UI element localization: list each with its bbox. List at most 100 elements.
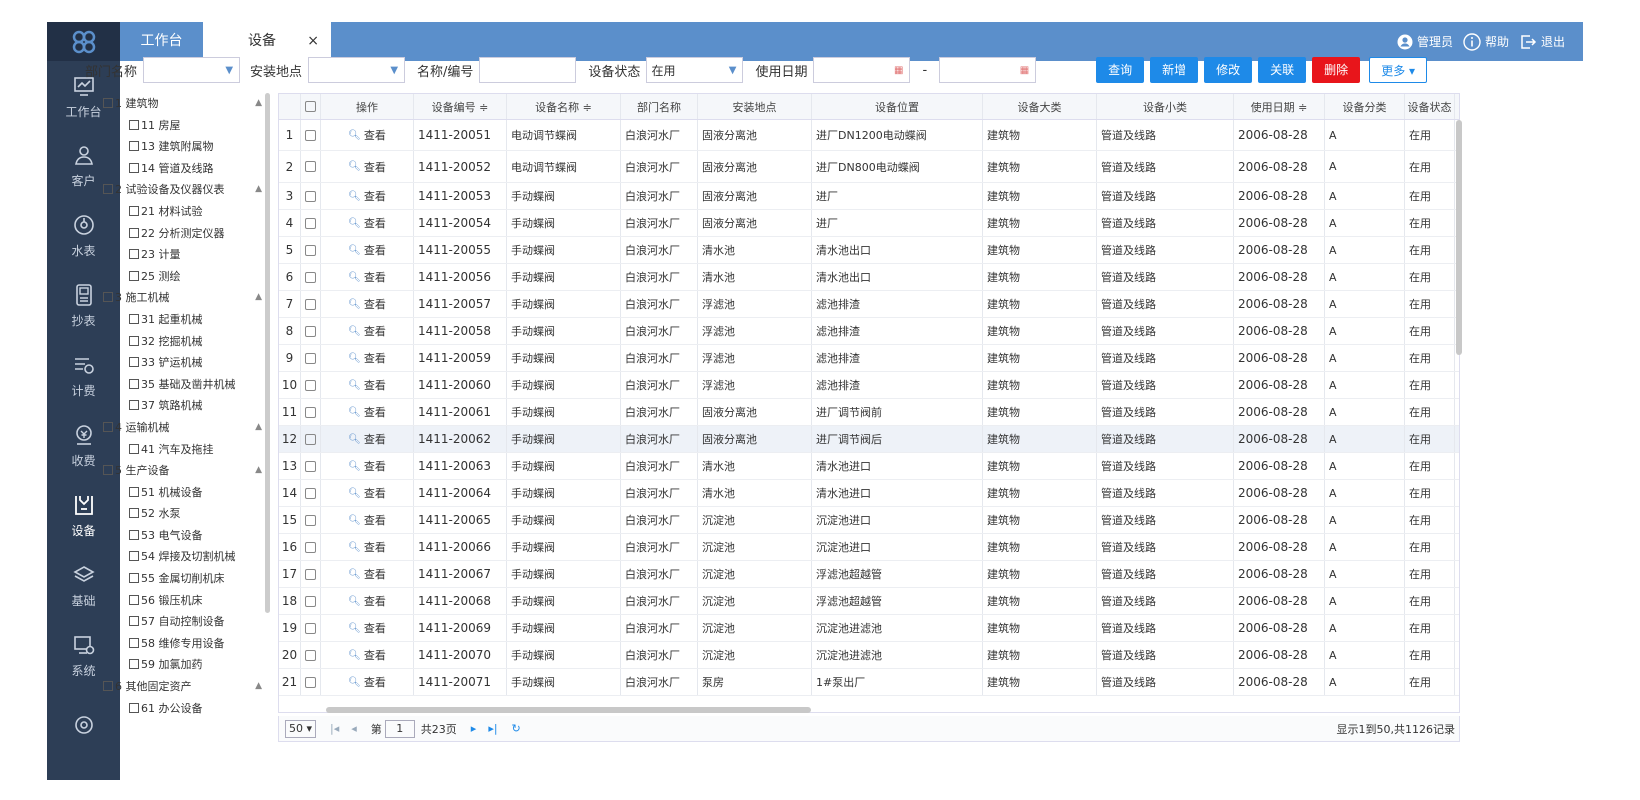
tree-checkbox[interactable] — [103, 465, 113, 476]
tree-checkbox[interactable] — [129, 141, 139, 152]
tree-checkbox[interactable] — [129, 335, 139, 346]
row-checkbox[interactable] — [305, 487, 316, 499]
table-row[interactable]: 14 🔍︎ 查看 1411-20064 手动蝶阀 白浪河水厂 清水池 清水池进口 建筑物 管道及线… — [279, 480, 1459, 507]
tree-node[interactable]: 41 汽车及拖挂 — [99, 439, 272, 461]
column-header[interactable]: 设备编号 ≑ — [414, 94, 507, 119]
table-row[interactable]: 12 🔍︎ 查看 1411-20062 手动蝶阀 白浪河水厂 固液分离池 进厂调节阀后 建筑物管… — [279, 426, 1459, 453]
row-checkbox[interactable] — [305, 460, 316, 472]
edit-button[interactable]: 修改 — [1204, 57, 1253, 83]
tree-checkbox[interactable] — [129, 616, 139, 627]
table-row[interactable]: 18 🔍︎ 查看 1411-20068 手动蝶阀 白浪河水厂 沉淀池 浮滤池超越管 建筑物 管道及… — [279, 588, 1459, 615]
column-header[interactable]: 使用日期 ≑ — [1234, 94, 1325, 119]
view-link[interactable]: 🔍︎ 查看 — [321, 426, 414, 452]
tree-checkbox[interactable] — [129, 400, 139, 411]
table-row[interactable]: 17 🔍︎ 查看 1411-20067 手动蝶阀 白浪河水厂 沉淀池 浮滤池超越管 建筑物 管道及… — [279, 561, 1459, 588]
view-link[interactable]: 🔍︎ 查看 — [321, 399, 414, 425]
table-row[interactable]: 20 🔍︎ 查看 1411-20070 手动蝶阀 白浪河水厂 沉淀池 沉淀池进滤池 建筑物 管道及… — [279, 642, 1459, 669]
table-row[interactable]: 16 🔍︎ 查看 1411-20066 手动蝶阀 白浪河水厂 沉淀池 沉淀池进口 建筑物 管道及线… — [279, 534, 1459, 561]
table-row[interactable]: 4 🔍︎ 查看 1411-20054 手动蝶阀 白浪河水厂 固液分离池 进厂 建筑物 管道及线路 2… — [279, 210, 1459, 237]
table-row[interactable]: 11 🔍︎ 查看 1411-20061 手动蝶阀 白浪河水厂 固液分离池 进厂调节阀前 建筑物管… — [279, 399, 1459, 426]
view-link[interactable]: 🔍︎ 查看 — [321, 264, 414, 290]
row-checkbox[interactable] — [305, 325, 316, 337]
collapse-icon[interactable]: ▲ — [255, 676, 262, 698]
view-link[interactable]: 🔍︎ 查看 — [321, 480, 414, 506]
tree-checkbox[interactable] — [129, 702, 139, 713]
row-checkbox[interactable] — [305, 676, 316, 688]
tree-node[interactable]: 57 自动控制设备 — [99, 611, 272, 633]
row-checkbox[interactable] — [305, 514, 316, 526]
row-checkbox[interactable] — [305, 161, 316, 172]
tree-checkbox[interactable] — [129, 594, 139, 605]
tree-checkbox[interactable] — [129, 119, 139, 130]
view-link[interactable]: 🔍︎ 查看 — [321, 318, 414, 344]
view-link[interactable]: 🔍︎ 查看 — [321, 210, 414, 236]
help-link[interactable]: 帮助 — [1463, 32, 1509, 51]
table-row[interactable]: 1 🔍︎ 查看 1411-20051 电动调节蝶阀 白浪河水厂 固液分离池 进厂DN1200电… — [279, 120, 1459, 151]
status-select[interactable]: 在用 ▼ — [646, 57, 744, 83]
column-header[interactable]: 操作 — [321, 94, 414, 119]
table-row[interactable]: 13 🔍︎ 查看 1411-20063 手动蝶阀 白浪河水厂 清水池 清水池进口 建筑物 管道及线… — [279, 453, 1459, 480]
row-checkbox[interactable] — [305, 298, 316, 310]
tree-node[interactable]: 21 材料试验 — [99, 201, 272, 223]
collapse-icon[interactable]: ▲ — [255, 287, 262, 309]
view-link[interactable]: 🔍︎ 查看 — [321, 669, 414, 695]
date-start-input[interactable]: ▦ — [813, 57, 911, 83]
column-header[interactable]: 设备位置 — [812, 94, 983, 119]
tree-node[interactable]: 11 房屋 — [99, 115, 272, 137]
row-checkbox[interactable] — [305, 379, 316, 391]
dept-select[interactable]: ▼ — [143, 57, 241, 83]
table-row[interactable]: 6 🔍︎ 查看 1411-20056 手动蝶阀 白浪河水厂 清水池 清水池出口 建筑物 管道及线路… — [279, 264, 1459, 291]
tree-checkbox[interactable] — [129, 270, 139, 281]
tree-checkbox[interactable] — [129, 205, 139, 216]
tree-checkbox[interactable] — [129, 378, 139, 389]
row-checkbox[interactable] — [305, 541, 316, 553]
column-header[interactable]: 部门名称 — [621, 94, 698, 119]
tree-checkbox[interactable] — [103, 98, 113, 108]
view-link[interactable]: 🔍︎ 查看 — [321, 534, 414, 560]
tree-node[interactable]: 51 机械设备 — [99, 482, 272, 504]
tree-checkbox[interactable] — [129, 637, 139, 648]
table-row[interactable]: 9 🔍︎ 查看 1411-20059 手动蝶阀 白浪河水厂 浮滤池 滤池排渣 建筑物 管道及线路 2… — [279, 345, 1459, 372]
row-checkbox[interactable] — [305, 568, 316, 580]
query-button[interactable]: 查询 — [1096, 57, 1145, 83]
tree-checkbox[interactable] — [129, 357, 139, 368]
more-button[interactable]: 更多 ▾ — [1369, 57, 1428, 83]
tree-node[interactable]: 32 挖掘机械 — [99, 331, 272, 353]
view-link[interactable]: 🔍︎ 查看 — [321, 588, 414, 614]
view-link[interactable]: 🔍︎ 查看 — [321, 642, 414, 668]
tree-checkbox[interactable] — [129, 162, 139, 173]
table-row[interactable]: 5 🔍︎ 查看 1411-20055 手动蝶阀 白浪河水厂 清水池 清水池出口 建筑物 管道及线路… — [279, 237, 1459, 264]
tree-node[interactable]: 53 电气设备 — [99, 525, 272, 547]
table-row[interactable]: 2 🔍︎ 查看 1411-20052 电动调节蝶阀 白浪河水厂 固液分离池 进厂DN800电动… — [279, 151, 1459, 183]
tree-checkbox[interactable] — [129, 508, 139, 519]
tree-checkbox[interactable] — [129, 227, 139, 238]
collapse-icon[interactable]: ▲ — [255, 460, 262, 482]
tree-checkbox[interactable] — [129, 659, 139, 670]
name-input[interactable] — [479, 57, 577, 83]
tree-node[interactable]: 14 管道及线路 — [99, 158, 272, 180]
tree-node[interactable]: 52 水泵 — [99, 503, 272, 525]
table-vertical-scrollbar[interactable] — [1456, 120, 1462, 355]
tree-node[interactable]: 58 维修专用设备 — [99, 633, 272, 655]
tree-node[interactable]: 6 其他固定资产 ▲ — [99, 676, 272, 698]
tree-checkbox[interactable] — [129, 486, 139, 497]
row-checkbox[interactable] — [305, 649, 316, 661]
tree-node[interactable]: 59 加氯加药 — [99, 654, 272, 676]
column-header[interactable]: 设备名称 ≑ — [507, 94, 621, 119]
view-link[interactable]: 🔍︎ 查看 — [321, 372, 414, 398]
column-header[interactable]: 设备小类 — [1097, 94, 1234, 119]
view-link[interactable]: 🔍︎ 查看 — [321, 183, 414, 209]
view-link[interactable]: 🔍︎ 查看 — [321, 291, 414, 317]
column-header[interactable]: 设备大类 — [983, 94, 1097, 119]
row-checkbox[interactable] — [305, 406, 316, 418]
logout-link[interactable]: 退出 — [1519, 33, 1565, 51]
loc-select[interactable]: ▼ — [308, 57, 406, 83]
table-row[interactable]: 10 🔍︎ 查看 1411-20060 手动蝶阀 白浪河水厂 浮滤池 滤池排渣 建筑物 管道及线路… — [279, 372, 1459, 399]
add-button[interactable]: 新增 — [1150, 57, 1199, 83]
tree-node[interactable]: 2 试验设备及仪器仪表 ▲ — [99, 179, 272, 201]
row-checkbox[interactable] — [305, 595, 316, 607]
tree-node[interactable]: 55 金属切削机床 — [99, 568, 272, 590]
row-checkbox[interactable] — [305, 129, 316, 141]
tree-checkbox[interactable] — [129, 443, 139, 454]
tree-node[interactable]: 54 焊接及切割机械 — [99, 546, 272, 568]
